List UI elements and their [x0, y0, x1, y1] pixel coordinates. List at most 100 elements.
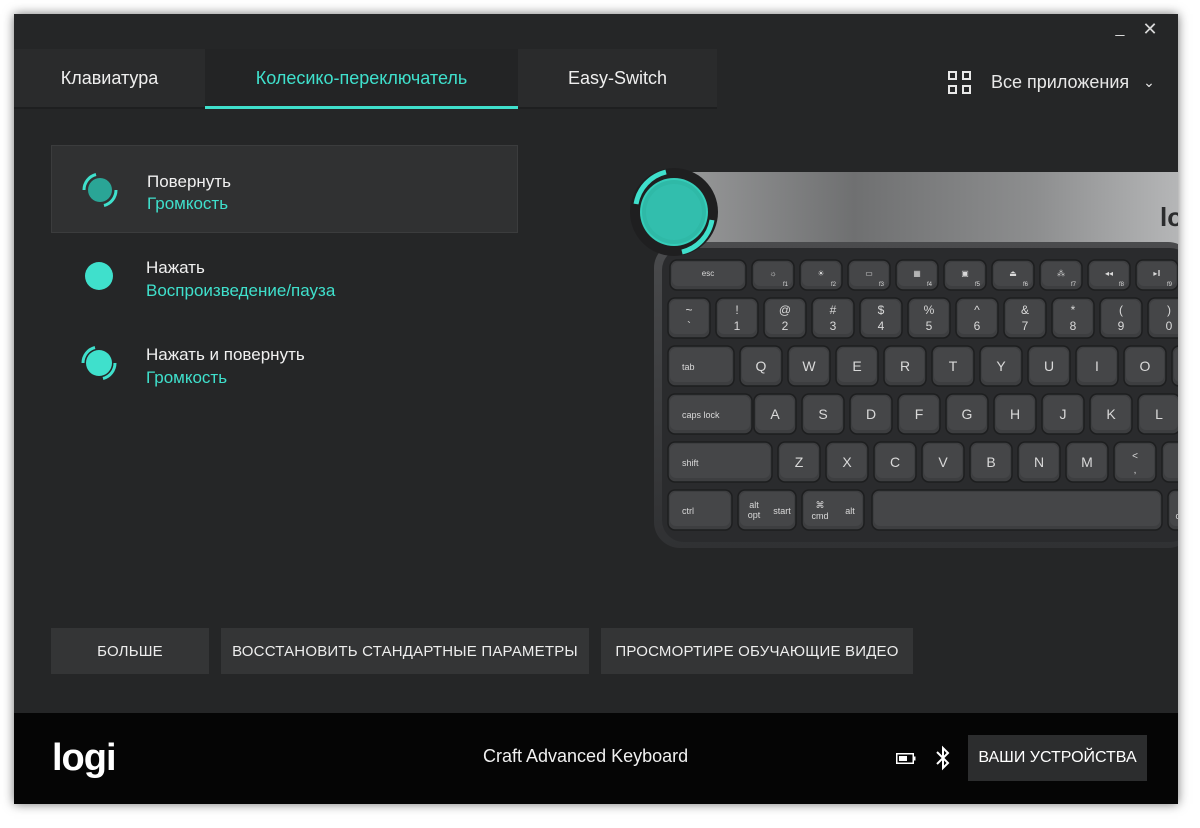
press-dial-icon [85, 262, 113, 290]
key-cmd-right: ⌘cmd [1167, 489, 1178, 531]
key-label: ~ [685, 303, 692, 317]
key-punct: >. [1161, 441, 1178, 483]
key-label: esc [702, 269, 714, 278]
key-label: U [1044, 358, 1054, 374]
footer: logi Craft Advanced Keyboard ВАШИ УСТРОЙ… [14, 713, 1178, 804]
key-letter: I [1075, 345, 1119, 387]
key-label: 3 [830, 319, 837, 333]
key-label: $ [878, 303, 885, 317]
app-selector[interactable]: Все приложения ⌄ [948, 68, 1155, 96]
action-subtitle: Громкость [147, 194, 229, 213]
key-shift: shift [667, 441, 773, 483]
key-label: f6 [1023, 282, 1029, 288]
key-label: < [1132, 451, 1138, 462]
key-label: ` [687, 319, 691, 333]
key-label: K [1106, 406, 1116, 422]
key-caps-lock: caps lock [667, 393, 753, 435]
key-label: % [924, 303, 935, 317]
restore-defaults-button[interactable]: ВОССТАНОВИТЬ СТАНДАРТНЫЕ ПАРАМЕТРЫ [221, 628, 589, 674]
key-label: cmd [1175, 511, 1178, 521]
key-letter: M [1065, 441, 1109, 483]
close-button[interactable]: ✕ [1137, 19, 1163, 39]
key-label: E [852, 358, 861, 374]
key-label: tab [682, 362, 695, 372]
key-space [871, 489, 1163, 531]
key-number: ^6 [955, 297, 999, 339]
key-label: 2 [782, 319, 789, 333]
key-letter: O [1123, 345, 1167, 387]
key-label: alt [845, 506, 855, 516]
key-label: 5 [926, 319, 933, 333]
key-number: @2 [763, 297, 807, 339]
key-label: f1 [783, 282, 789, 288]
key-label: ▸‖ [1153, 269, 1160, 278]
key-letter: D [849, 393, 893, 435]
key-label: ( [1119, 303, 1123, 317]
key-label: * [1071, 303, 1076, 317]
key-fn: ☼ f1 [751, 259, 795, 291]
key-label: ⌘ [816, 500, 825, 510]
action-rotate[interactable]: Повернуть Громкость [51, 145, 518, 233]
action-title: Повернуть [147, 172, 231, 191]
minimize-button[interactable]: _ [1107, 20, 1133, 38]
key-label: ⏏ [1009, 269, 1017, 278]
key-label: S [818, 406, 827, 422]
key-label: f7 [1071, 282, 1077, 288]
key-label: shift [682, 458, 699, 468]
key-fn: ☀ f2 [799, 259, 843, 291]
key-label: B [986, 454, 995, 470]
key-label: V [938, 454, 948, 470]
key-number: %5 [907, 297, 951, 339]
key-label: ☀ [817, 269, 824, 278]
key-cmd-alt: ⌘cmd alt [801, 489, 865, 531]
key-letter: Q [739, 345, 783, 387]
key-label: alt [749, 500, 759, 510]
key-fn: ▭ f3 [847, 259, 891, 291]
action-title: Нажать [146, 258, 205, 277]
key-letter: L [1137, 393, 1178, 435]
key-fn: ▸‖ f9 [1135, 259, 1178, 291]
key-letter: U [1027, 345, 1071, 387]
key-letter: Y [979, 345, 1023, 387]
tutorial-video-button[interactable]: ПРОСМОРТИРЕ ОБУЧАЮЩИЕ ВИДЕО [601, 628, 913, 674]
key-letter: W [787, 345, 831, 387]
key-label: M [1081, 454, 1093, 470]
key-label: ctrl [682, 506, 694, 516]
key-label: caps lock [682, 410, 720, 420]
key-letter: Z [777, 441, 821, 483]
key-fn: ▣ f5 [943, 259, 987, 291]
key-number: !1 [715, 297, 759, 339]
key-number: *8 [1051, 297, 1095, 339]
key-letter: K [1089, 393, 1133, 435]
key-number: )0 [1147, 297, 1178, 339]
key-label: W [802, 358, 816, 374]
key-label: # [830, 303, 837, 317]
tab-keyboard[interactable]: Клавиатура [14, 49, 205, 107]
logi-logo: logi [52, 737, 117, 779]
bluetooth-icon [936, 745, 950, 771]
action-press[interactable]: Нажать Воспроизведение/пауза [51, 232, 516, 318]
key-label: 6 [974, 319, 981, 333]
key-label: opt [748, 510, 761, 520]
key-label: f9 [1167, 282, 1173, 288]
key-letter: C [873, 441, 917, 483]
key-label: Y [996, 358, 1006, 374]
key-letter: N [1017, 441, 1061, 483]
key-label: ) [1167, 303, 1171, 317]
tab-dial[interactable]: Колесико-переключатель [205, 49, 518, 109]
key-label: , [1134, 465, 1137, 476]
key-label: X [842, 454, 852, 470]
press-rotate-dial-icon [81, 346, 117, 380]
action-subtitle: Громкость [146, 368, 228, 387]
more-button[interactable]: БОЛЬШЕ [51, 628, 209, 674]
key-label: F [915, 406, 924, 422]
key-label: 8 [1070, 319, 1077, 333]
key-label: cmd [811, 511, 828, 521]
your-devices-button[interactable]: ВАШИ УСТРОЙСТВА [968, 735, 1147, 781]
tab-easy-switch[interactable]: Easy-Switch [518, 49, 717, 107]
key-letter: H [993, 393, 1037, 435]
key-label: & [1021, 303, 1029, 317]
action-title: Нажать и повернуть [146, 345, 305, 364]
action-press-rotate[interactable]: Нажать и повернуть Громкость [51, 319, 516, 405]
keyboard-brand: lo [1160, 202, 1178, 232]
